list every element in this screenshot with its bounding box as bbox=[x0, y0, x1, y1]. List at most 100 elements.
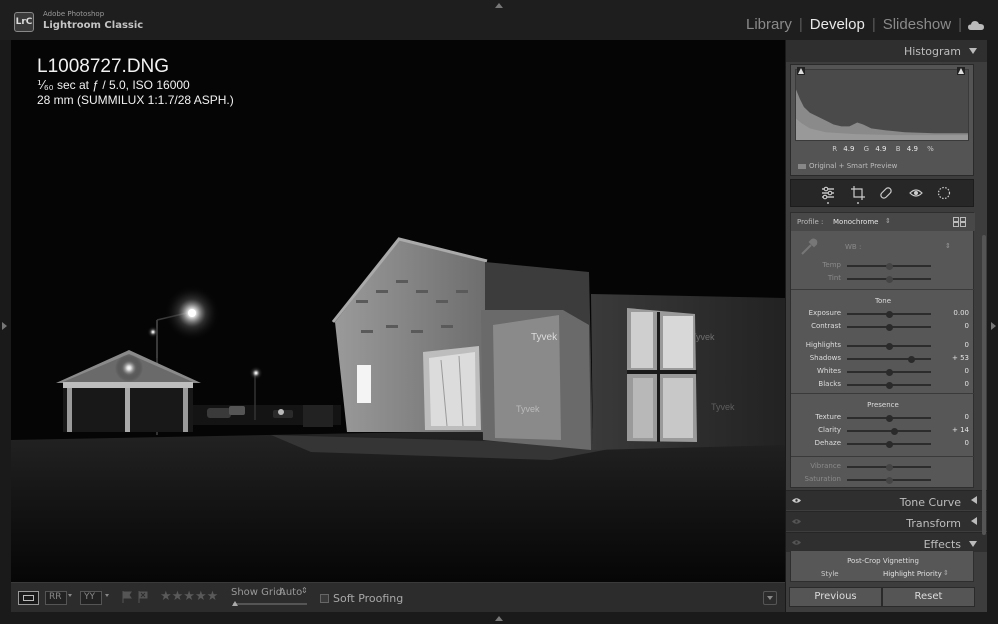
top-bar: LrC Adobe Photoshop Lightroom Classic Li… bbox=[0, 0, 998, 40]
app-name: Lightroom Classic bbox=[43, 20, 144, 31]
shadows-value[interactable]: + 53 bbox=[939, 354, 969, 362]
chevron-down-icon[interactable] bbox=[68, 594, 72, 597]
before-after-toggle-button[interactable]: YY bbox=[80, 591, 102, 605]
shadows-slider[interactable] bbox=[847, 358, 931, 360]
crop-icon[interactable] bbox=[851, 186, 865, 200]
previous-button[interactable]: Previous bbox=[789, 587, 882, 607]
tint-label: Tint bbox=[827, 274, 841, 282]
histogram[interactable]: R 4.9 G 4.9 B 4.9 % Original + Smart Pre… bbox=[790, 64, 974, 176]
info-overlay: L1008727.DNG ⅟₆₀ sec at ƒ / 5.0, ISO 160… bbox=[37, 56, 234, 108]
before-after-button[interactable]: RR bbox=[45, 591, 67, 605]
expand-left-panel-arrow[interactable] bbox=[2, 322, 7, 330]
panel-scrollbar[interactable] bbox=[982, 235, 986, 535]
shadow-clipping-icon[interactable] bbox=[797, 67, 805, 75]
collapse-bottom-panel-arrow[interactable] bbox=[495, 616, 503, 621]
style-select[interactable]: Highlight Priority bbox=[883, 570, 942, 578]
toolbar-menu-button[interactable] bbox=[763, 591, 777, 605]
reject-flag-icon[interactable] bbox=[138, 591, 148, 603]
highlight-clipping-icon[interactable] bbox=[957, 67, 965, 75]
contrast-slider-thumb[interactable] bbox=[885, 323, 893, 331]
exposure-label: Exposure bbox=[808, 309, 841, 317]
star-rating[interactable]: ★★★★★ bbox=[160, 589, 218, 604]
masking-icon[interactable] bbox=[937, 186, 951, 200]
wb-select-arrows[interactable]: ⇕ bbox=[945, 242, 951, 250]
tint-slider-thumb[interactable] bbox=[885, 275, 893, 283]
profile-browser-icon[interactable] bbox=[953, 217, 966, 227]
grid-size-slider-thumb[interactable] bbox=[232, 601, 238, 606]
flag-icon[interactable] bbox=[122, 591, 132, 603]
whites-slider-thumb[interactable] bbox=[885, 368, 893, 376]
texture-label: Texture bbox=[815, 413, 841, 421]
healing-icon[interactable] bbox=[879, 186, 893, 200]
night-construction-photo: Tyvek Tyvek Tyvek Tyvek bbox=[11, 40, 785, 582]
chevron-down-icon[interactable] bbox=[105, 594, 109, 597]
chevron-down-icon bbox=[767, 596, 773, 600]
saturation-slider-thumb[interactable] bbox=[885, 476, 893, 484]
contrast-value[interactable]: 0 bbox=[939, 322, 969, 330]
profile-select[interactable]: Monochrome bbox=[833, 218, 878, 226]
collapse-right-panel-arrow[interactable] bbox=[991, 322, 996, 330]
eye-icon[interactable] bbox=[792, 539, 801, 546]
blacks-value[interactable]: 0 bbox=[939, 380, 969, 388]
texture-slider-thumb[interactable] bbox=[885, 414, 893, 422]
cloud-icon[interactable] bbox=[968, 20, 984, 30]
module-picker: Library | Develop | Slideshow | bbox=[739, 16, 984, 33]
dehaze-slider-thumb[interactable] bbox=[885, 440, 893, 448]
develop-right-panel: Histogram R 4.9 G 4.9 B 4.9 % Original +… bbox=[786, 40, 987, 612]
whites-value[interactable]: 0 bbox=[939, 367, 969, 375]
smart-preview-icon bbox=[798, 163, 806, 169]
clarity-value[interactable]: + 14 bbox=[939, 426, 969, 434]
photo-canvas[interactable]: Tyvek Tyvek Tyvek Tyvek L1008727.DNG ⅟₆₀… bbox=[11, 40, 785, 582]
eye-icon[interactable] bbox=[792, 497, 801, 504]
smart-preview-status[interactable]: Original + Smart Preview bbox=[798, 162, 897, 170]
white-balance-picker-icon[interactable] bbox=[799, 237, 819, 257]
dehaze-value[interactable]: 0 bbox=[939, 439, 969, 447]
section-divider bbox=[791, 393, 975, 394]
collapsed-triangle-icon bbox=[971, 517, 977, 525]
profile-label: Profile : bbox=[797, 218, 824, 226]
reset-button[interactable]: Reset bbox=[882, 587, 975, 607]
exposure-slider-thumb[interactable] bbox=[885, 310, 893, 318]
highlights-slider-thumb[interactable] bbox=[885, 342, 893, 350]
red-eye-icon[interactable] bbox=[909, 186, 923, 200]
transform-header[interactable]: Transform bbox=[786, 511, 987, 531]
basic-panel: Profile : Monochrome ⇕ WB : ⇕ Tone Prese… bbox=[790, 212, 975, 488]
b-value: 4.9 bbox=[906, 145, 918, 153]
before-after-yy-icon: YY bbox=[84, 592, 95, 602]
eye-icon[interactable] bbox=[792, 518, 801, 525]
blacks-slider-thumb[interactable] bbox=[885, 381, 893, 389]
soft-proofing-label: Soft Proofing bbox=[333, 592, 404, 605]
loupe-view-button[interactable] bbox=[18, 591, 39, 605]
module-develop[interactable]: Develop bbox=[803, 16, 872, 33]
exposure-value[interactable]: 0.00 bbox=[939, 309, 969, 317]
show-grid-select[interactable]: Auto bbox=[279, 587, 302, 601]
tone-curve-header[interactable]: Tone Curve bbox=[786, 490, 987, 510]
temp-slider-thumb[interactable] bbox=[885, 262, 893, 270]
grid-size-slider[interactable] bbox=[233, 603, 307, 605]
vibrance-slider-thumb[interactable] bbox=[885, 463, 893, 471]
soft-proofing-checkbox[interactable] bbox=[320, 594, 329, 603]
bottom-toolbar: RR YY ★★★★★ Show Grid: Auto ⇕ Soft Proof… bbox=[11, 582, 785, 612]
temp-label: Temp bbox=[822, 261, 841, 269]
shadows-slider-thumb[interactable] bbox=[907, 355, 915, 363]
collapse-top-panel-arrow[interactable] bbox=[495, 3, 503, 8]
tone-curve-title: Tone Curve bbox=[899, 496, 961, 509]
wb-label: WB : bbox=[845, 243, 862, 251]
expanded-triangle-icon bbox=[969, 541, 977, 547]
module-separator: | bbox=[958, 16, 962, 33]
highlights-value[interactable]: 0 bbox=[939, 341, 969, 349]
profile-row: Profile : Monochrome ⇕ bbox=[791, 213, 975, 231]
select-arrows-icon: ⇕ bbox=[301, 586, 308, 595]
histogram-header[interactable]: Histogram bbox=[786, 40, 987, 62]
module-slideshow[interactable]: Slideshow bbox=[876, 16, 958, 33]
module-library[interactable]: Library bbox=[739, 16, 799, 33]
texture-value[interactable]: 0 bbox=[939, 413, 969, 421]
histogram-title: Histogram bbox=[903, 45, 961, 58]
edit-sliders-icon[interactable] bbox=[821, 186, 835, 200]
clarity-slider[interactable] bbox=[847, 430, 931, 432]
svg-text:Tyvek: Tyvek bbox=[711, 402, 735, 412]
tone-section-title: Tone bbox=[874, 297, 892, 305]
vibrance-label: Vibrance bbox=[810, 462, 841, 470]
clarity-slider-thumb[interactable] bbox=[891, 427, 899, 435]
effects-header[interactable]: Effects bbox=[786, 532, 987, 552]
